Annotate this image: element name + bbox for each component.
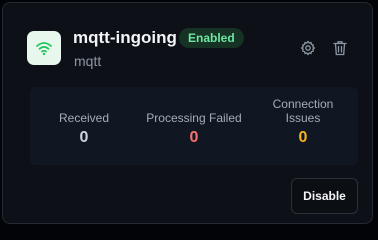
stat-connection-issues: Connection Issues 0: [270, 87, 336, 175]
stat-processing-failed-value: 0: [189, 129, 199, 146]
wifi-signal-icon: [36, 42, 52, 56]
connector-name: mqtt-ingoing: [73, 28, 177, 47]
stat-processing-failed: Processing Failed 0: [144, 87, 244, 189]
disable-button[interactable]: Disable: [291, 178, 358, 214]
gear-icon: [300, 40, 316, 56]
stat-connection-issues-label-line1: Connection: [272, 97, 334, 111]
stat-connection-issues-label-line2: Issues: [285, 111, 321, 125]
stat-processing-failed-label: Processing Failed: [146, 111, 242, 125]
stat-received-value: 0: [79, 129, 89, 146]
connector-card: mqtt-ingoing Enabled mqtt Received 0 Pro…: [2, 2, 373, 224]
connector-type: mqtt: [74, 53, 102, 69]
delete-button[interactable]: [331, 39, 349, 57]
stat-received: Received 0: [58, 87, 110, 189]
settings-button[interactable]: [299, 39, 317, 57]
trash-icon: [333, 41, 347, 56]
stat-received-label: Received: [58, 111, 110, 125]
status-badge: Enabled: [179, 28, 244, 48]
stats-panel: Received 0 Processing Failed 0 Connectio…: [30, 87, 358, 165]
connector-icon-tile: [27, 31, 61, 65]
stat-connection-issues-value: 0: [298, 129, 308, 146]
